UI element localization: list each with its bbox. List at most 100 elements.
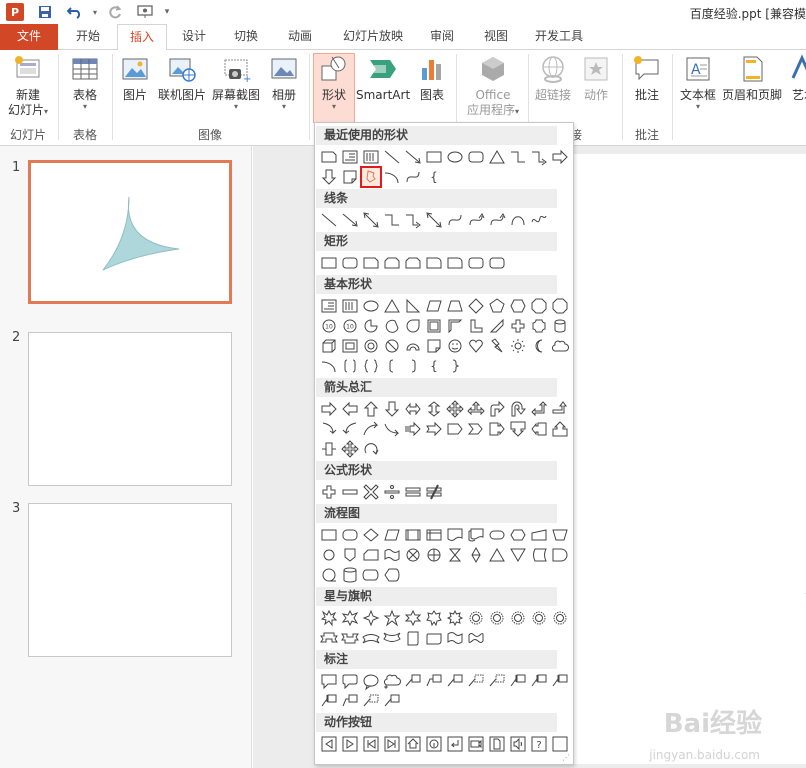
screenshot-button[interactable]: + 屏幕截图 ▾ (210, 54, 262, 111)
exp4-shape-icon[interactable] (319, 608, 339, 628)
heart-shape-icon[interactable] (466, 336, 486, 356)
lcallout-shape-icon[interactable] (529, 419, 549, 439)
fmerge-shape-icon[interactable] (508, 545, 528, 565)
cLineB-shape-icon[interactable] (529, 671, 549, 691)
chevron-shape-icon[interactable] (466, 419, 486, 439)
folded-shape-icon[interactable] (424, 336, 444, 356)
elbowa-shape-icon[interactable] (403, 210, 423, 230)
sun-shape-icon[interactable] (508, 336, 528, 356)
abHelp-shape-icon[interactable]: ? (529, 734, 549, 754)
abHome-shape-icon[interactable] (403, 734, 423, 754)
fsum-shape-icon[interactable] (403, 545, 423, 565)
action-button[interactable]: 动作 (578, 54, 614, 103)
arrowline-shape-icon[interactable] (340, 210, 360, 230)
slide-thumbnail-3[interactable] (28, 503, 232, 657)
fterm-shape-icon[interactable] (487, 525, 507, 545)
pie-shape-icon[interactable] (361, 316, 381, 336)
can-shape-icon[interactable] (550, 316, 570, 336)
dbracket-shape-icon[interactable] (340, 356, 360, 376)
save-icon[interactable] (36, 3, 54, 21)
elbow-shape-icon[interactable] (508, 147, 528, 167)
buarr-shape-icon[interactable] (550, 399, 570, 419)
curve-shape-icon[interactable] (403, 167, 423, 187)
current-slide[interactable] (573, 154, 806, 764)
wave-shape-icon[interactable] (445, 628, 465, 648)
customize-qat-icon[interactable]: ▾ (158, 3, 176, 21)
fseq-shape-icon[interactable] (319, 565, 339, 585)
abEnd-shape-icon[interactable] (382, 734, 402, 754)
fint-shape-icon[interactable] (424, 525, 444, 545)
plaque-shape-icon[interactable] (529, 316, 549, 336)
tab-file[interactable]: 文件 (0, 24, 58, 50)
fdisplay-shape-icon[interactable] (382, 565, 402, 585)
fdata-shape-icon[interactable] (382, 525, 402, 545)
vtext-shape-icon[interactable] (361, 147, 381, 167)
lrcallout-shape-icon[interactable] (319, 439, 339, 459)
ribboncd-shape-icon[interactable] (382, 628, 402, 648)
ribboncu-shape-icon[interactable] (361, 628, 381, 648)
dbrace-shape-icon[interactable] (361, 356, 381, 376)
eqmul-shape-icon[interactable] (361, 482, 381, 502)
ucallout-shape-icon[interactable] (550, 419, 570, 439)
cLine-shape-icon[interactable] (382, 691, 402, 711)
fdoc-shape-icon[interactable] (445, 525, 465, 545)
ra-shape-icon[interactable] (550, 147, 570, 167)
resize-grip-icon[interactable]: ⋰ (562, 753, 570, 762)
folded-shape-icon[interactable] (340, 167, 360, 187)
la-shape-icon[interactable] (340, 399, 360, 419)
lbrace2-shape-icon[interactable]: { (424, 356, 444, 376)
fmdoc-shape-icon[interactable] (466, 525, 486, 545)
fproc-shape-icon[interactable] (319, 525, 339, 545)
ra-shape-icon[interactable] (319, 399, 339, 419)
cLineB-shape-icon[interactable] (508, 671, 528, 691)
tab-animations[interactable]: 动画 (276, 24, 324, 50)
tab-review[interactable]: 审阅 (420, 24, 464, 50)
undo-icon[interactable] (66, 3, 84, 21)
cRect-shape-icon[interactable] (319, 671, 339, 691)
cLineD-shape-icon[interactable] (361, 691, 381, 711)
tab-view[interactable]: 视图 (474, 24, 518, 50)
round1-shape-icon[interactable] (445, 253, 465, 273)
circarr-shape-icon[interactable] (361, 439, 381, 459)
pent-shape-icon[interactable] (487, 296, 507, 316)
foffpage-shape-icon[interactable] (340, 545, 360, 565)
curve-shape-icon[interactable] (445, 210, 465, 230)
ribbonup-shape-icon[interactable] (319, 628, 339, 648)
hscroll-shape-icon[interactable] (424, 628, 444, 648)
oct-shape-icon[interactable] (550, 296, 570, 316)
elbowa-shape-icon[interactable] (529, 147, 549, 167)
comment-button[interactable]: 批注 (628, 54, 666, 103)
ftape-shape-icon[interactable] (382, 545, 402, 565)
abRet-shape-icon[interactable] (445, 734, 465, 754)
dcallout-shape-icon[interactable] (508, 419, 528, 439)
exp2-shape-icon[interactable] (340, 608, 360, 628)
fcard-shape-icon[interactable] (361, 545, 381, 565)
chord-shape-icon[interactable] (382, 316, 402, 336)
lrua-shape-icon[interactable] (466, 399, 486, 419)
abSound-shape-icon[interactable] (508, 734, 528, 754)
darrow-shape-icon[interactable] (424, 210, 444, 230)
eqdiv-shape-icon[interactable] (382, 482, 402, 502)
cLineB-shape-icon[interactable] (319, 691, 339, 711)
triangle-shape-icon[interactable] (487, 147, 507, 167)
fsort-shape-icon[interactable] (466, 545, 486, 565)
fdelay-shape-icon[interactable] (550, 545, 570, 565)
starN-shape-icon[interactable] (487, 608, 507, 628)
lbracket-shape-icon[interactable] (382, 356, 402, 376)
fdec-shape-icon[interactable] (361, 525, 381, 545)
vtext-shape-icon[interactable] (340, 296, 360, 316)
snip-shape-icon[interactable] (361, 253, 381, 273)
starN-shape-icon[interactable] (529, 608, 549, 628)
elbow-shape-icon[interactable] (382, 210, 402, 230)
plus-shape-icon[interactable] (508, 316, 528, 336)
cLine-shape-icon[interactable] (403, 671, 423, 691)
ellipse-shape-icon[interactable] (361, 296, 381, 316)
lbrace2-shape-icon[interactable]: { (424, 167, 444, 187)
tear-shape-icon[interactable] (403, 316, 423, 336)
da-shape-icon[interactable] (319, 167, 339, 187)
presentation-start-icon[interactable] (136, 3, 154, 21)
falt-shape-icon[interactable] (340, 525, 360, 545)
smiley-shape-icon[interactable] (445, 336, 465, 356)
header-footer-button[interactable]: 页眉和页脚 (720, 54, 784, 103)
lshape-shape-icon[interactable] (466, 316, 486, 336)
